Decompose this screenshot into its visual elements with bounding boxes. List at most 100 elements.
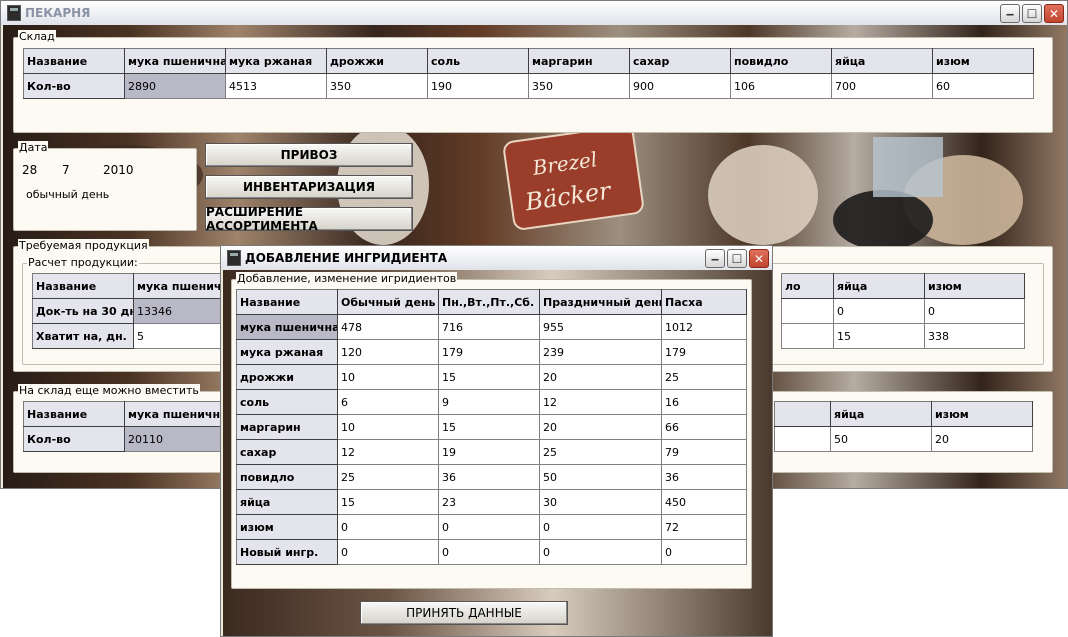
- row-header[interactable]: сахар: [236, 439, 338, 465]
- column-header[interactable]: повидло: [730, 48, 832, 74]
- column-header[interactable]: Название: [23, 401, 125, 427]
- table-cell[interactable]: 716: [438, 314, 540, 340]
- column-header[interactable]: Пн.,Вт.,Пт.,Сб.: [438, 289, 540, 315]
- column-header[interactable]: мука пшенична: [124, 48, 226, 74]
- column-header[interactable]: Название: [32, 273, 134, 299]
- minimize-button[interactable]: ‒: [1000, 4, 1020, 23]
- table-cell[interactable]: 10: [337, 414, 439, 440]
- table-cell[interactable]: 12: [539, 389, 662, 415]
- table-cell[interactable]: 20: [931, 426, 1033, 452]
- table-cell[interactable]: 20: [539, 414, 662, 440]
- table-cell[interactable]: 66: [661, 414, 747, 440]
- table-cell[interactable]: 0: [438, 539, 540, 565]
- table-cell[interactable]: [781, 298, 834, 324]
- ingredient-table[interactable]: Название Обычный день Пн.,Вт.,Пт.,Сб. Пр…: [236, 289, 747, 565]
- table-cell[interactable]: 179: [438, 339, 540, 365]
- main-titlebar[interactable]: ПЕКАРНЯ ‒ ☐ ✕: [1, 1, 1067, 25]
- table-cell[interactable]: 25: [539, 439, 662, 465]
- table-cell[interactable]: 10: [337, 364, 439, 390]
- required-table-left[interactable]: Название мука пшенична Док-ть на 30 дн 133…: [32, 273, 233, 349]
- table-cell[interactable]: 72: [661, 514, 747, 540]
- table-cell[interactable]: 4513: [225, 73, 327, 99]
- column-header[interactable]: изюм: [932, 48, 1034, 74]
- table-cell[interactable]: 79: [661, 439, 747, 465]
- dialog-minimize-button[interactable]: ‒: [705, 249, 725, 268]
- table-cell[interactable]: 25: [661, 364, 747, 390]
- table-cell[interactable]: 1012: [661, 314, 747, 340]
- table-cell[interactable]: 9: [438, 389, 540, 415]
- row-header[interactable]: Новый ингр.: [236, 539, 338, 565]
- capacity-table-left[interactable]: Название мука пшенична Кол-во 20110: [23, 401, 224, 452]
- dialog-titlebar[interactable]: ДОБАВЛЕНИЕ ИНГРИДИЕНТА ‒ ☐ ✕: [221, 246, 772, 270]
- column-header[interactable]: сахар: [629, 48, 731, 74]
- column-header[interactable]: [774, 401, 831, 427]
- inventory-button[interactable]: ИНВЕНТАРИЗАЦИЯ: [205, 175, 413, 199]
- table-cell[interactable]: 0: [924, 298, 1025, 324]
- row-header[interactable]: Кол-во: [23, 73, 125, 99]
- table-cell[interactable]: 20: [539, 364, 662, 390]
- table-cell[interactable]: 350: [528, 73, 630, 99]
- row-header[interactable]: дрожжи: [236, 364, 338, 390]
- table-cell[interactable]: [774, 426, 831, 452]
- table-cell[interactable]: 5: [133, 323, 233, 349]
- column-header[interactable]: яйца: [830, 401, 932, 427]
- row-header[interactable]: яйца: [236, 489, 338, 515]
- table-cell[interactable]: 955: [539, 314, 662, 340]
- dialog-maximize-button[interactable]: ☐: [727, 249, 747, 268]
- table-cell[interactable]: 0: [539, 539, 662, 565]
- table-cell[interactable]: 350: [326, 73, 428, 99]
- table-cell[interactable]: 179: [661, 339, 747, 365]
- dialog-close-button[interactable]: ✕: [749, 249, 769, 268]
- maximize-button[interactable]: ☐: [1022, 4, 1042, 23]
- table-cell[interactable]: 19: [438, 439, 540, 465]
- table-cell[interactable]: 15: [833, 323, 925, 349]
- table-cell[interactable]: 36: [661, 464, 747, 490]
- table-cell[interactable]: 450: [661, 489, 747, 515]
- table-cell[interactable]: 30: [539, 489, 662, 515]
- accept-data-button[interactable]: ПРИНЯТЬ ДАННЫЕ: [360, 601, 568, 625]
- capacity-table-right[interactable]: яйца изюм 50 20: [774, 401, 1033, 452]
- column-header[interactable]: соль: [427, 48, 529, 74]
- column-header[interactable]: дрожжи: [326, 48, 428, 74]
- row-header[interactable]: соль: [236, 389, 338, 415]
- table-cell[interactable]: 15: [438, 414, 540, 440]
- column-header[interactable]: Пасха: [661, 289, 747, 315]
- table-cell[interactable]: 478: [337, 314, 439, 340]
- column-header[interactable]: маргарин: [528, 48, 630, 74]
- table-cell[interactable]: 900: [629, 73, 731, 99]
- row-header[interactable]: изюм: [236, 514, 338, 540]
- table-cell[interactable]: 0: [661, 539, 747, 565]
- column-header[interactable]: изюм: [924, 273, 1025, 299]
- table-cell[interactable]: 0: [337, 539, 439, 565]
- row-header[interactable]: Док-ть на 30 дн: [32, 298, 134, 324]
- table-cell[interactable]: 0: [438, 514, 540, 540]
- table-cell[interactable]: 106: [730, 73, 832, 99]
- expand-assortment-button[interactable]: РАСШИРЕНИЕ АССОРТИМЕНТА: [205, 205, 413, 233]
- table-cell[interactable]: 12: [337, 439, 439, 465]
- table-cell[interactable]: 15: [337, 489, 439, 515]
- table-cell[interactable]: 23: [438, 489, 540, 515]
- column-header[interactable]: ло: [781, 273, 834, 299]
- table-cell[interactable]: 60: [932, 73, 1034, 99]
- table-cell[interactable]: 120: [337, 339, 439, 365]
- table-cell[interactable]: 16: [661, 389, 747, 415]
- table-cell[interactable]: 36: [438, 464, 540, 490]
- row-header[interactable]: Кол-во: [23, 426, 125, 452]
- column-header[interactable]: яйца: [831, 48, 933, 74]
- table-cell[interactable]: 0: [337, 514, 439, 540]
- row-header[interactable]: мука ржаная: [236, 339, 338, 365]
- table-cell[interactable]: 13346: [133, 298, 233, 324]
- table-cell[interactable]: [781, 323, 834, 349]
- column-header[interactable]: Название: [236, 289, 338, 315]
- column-header[interactable]: Название: [23, 48, 125, 74]
- column-header[interactable]: Праздничный день: [539, 289, 662, 315]
- column-header[interactable]: Обычный день: [337, 289, 439, 315]
- table-cell[interactable]: 239: [539, 339, 662, 365]
- table-cell[interactable]: 25: [337, 464, 439, 490]
- privoz-button[interactable]: ПРИВОЗ: [205, 143, 413, 167]
- close-button[interactable]: ✕: [1044, 4, 1064, 23]
- column-header[interactable]: яйца: [833, 273, 925, 299]
- table-cell[interactable]: 2890: [124, 73, 226, 99]
- table-cell[interactable]: 700: [831, 73, 933, 99]
- sklad-table[interactable]: Название мука пшенична мука ржаная дрожж…: [23, 48, 1034, 99]
